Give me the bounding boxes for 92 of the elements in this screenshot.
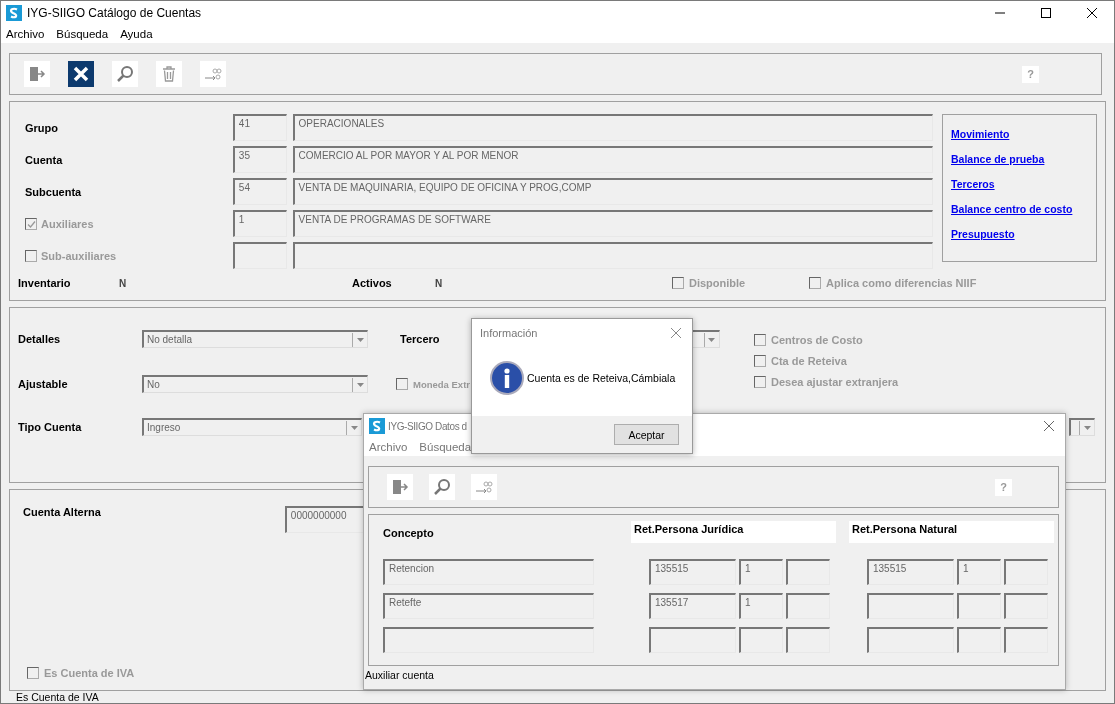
menu-item[interactable]: Búsqueda bbox=[419, 441, 472, 453]
caret-icon bbox=[350, 425, 358, 430]
help-button[interactable]: ? bbox=[1022, 65, 1039, 83]
checkbox-label: Moneda Extr bbox=[413, 378, 470, 390]
checkbox-label: Cta de Reteiva bbox=[771, 355, 847, 367]
input-field[interactable]: 1 bbox=[739, 593, 783, 619]
app-logo-icon bbox=[369, 418, 385, 434]
concept-field[interactable]: Retefte bbox=[383, 593, 594, 619]
field-value: N bbox=[435, 277, 444, 289]
checkbox-label: Desea ajustar extranjera bbox=[771, 376, 899, 388]
exit-door-icon[interactable] bbox=[387, 474, 413, 500]
field-label: Activos bbox=[352, 277, 393, 289]
status-text: Es Cuenta de IVA bbox=[15, 691, 100, 703]
field-label: Tercero bbox=[400, 333, 440, 345]
concept-field[interactable]: Retencion bbox=[383, 559, 594, 585]
dialog-title: Información bbox=[480, 327, 538, 339]
window-title: IYG-SIIGO Datos d bbox=[388, 420, 467, 432]
code-field[interactable] bbox=[232, 242, 287, 269]
description-field[interactable]: VENTA DE MAQUINARIA, EQUIPO DE OFICINA Y PROG,COMP bbox=[292, 178, 933, 205]
account-field[interactable] bbox=[867, 627, 954, 653]
input-field[interactable] bbox=[1004, 593, 1048, 619]
input-field[interactable] bbox=[786, 627, 830, 653]
field-label: Detalles bbox=[18, 333, 62, 345]
field-label: Tipo Cuenta bbox=[18, 421, 83, 433]
link[interactable]: Movimiento bbox=[951, 128, 1088, 140]
account-field[interactable]: 135515 bbox=[867, 559, 954, 585]
column-header: Ret.Persona Jurídica bbox=[631, 521, 836, 543]
caret-icon bbox=[356, 337, 364, 342]
description-field[interactable]: OPERACIONALES bbox=[292, 114, 933, 141]
input-field[interactable]: 1 bbox=[739, 559, 783, 585]
checkbox-label: Auxiliares bbox=[41, 217, 94, 230]
input-field[interactable] bbox=[786, 593, 830, 619]
close-icon[interactable] bbox=[1086, 7, 1098, 19]
column-header: Ret.Persona Natural bbox=[849, 521, 1054, 543]
account-field[interactable]: 135517 bbox=[649, 593, 736, 619]
caret-icon bbox=[708, 337, 716, 342]
checkbox-label: Aplica como diferencias NIIF bbox=[826, 277, 977, 289]
cancel-x-icon[interactable] bbox=[68, 61, 94, 87]
input-field[interactable] bbox=[957, 593, 1001, 619]
code-field[interactable]: 54 bbox=[232, 178, 287, 205]
field-value: N bbox=[119, 277, 128, 289]
link[interactable]: Balance centro de costo bbox=[951, 203, 1088, 215]
column-header: Concepto bbox=[383, 526, 435, 541]
field-label: Cuenta bbox=[25, 153, 63, 166]
field-label: Grupo bbox=[25, 121, 58, 134]
account-field[interactable] bbox=[649, 627, 736, 653]
exit-door-icon[interactable] bbox=[24, 61, 50, 87]
input-field[interactable] bbox=[786, 559, 830, 585]
info-icon bbox=[490, 361, 524, 395]
checkbox-label: Centros de Costo bbox=[771, 334, 863, 346]
checkbox-label: Es Cuenta de IVA bbox=[44, 667, 135, 679]
maximize-icon[interactable] bbox=[1040, 7, 1052, 19]
menu-item[interactable]: Archivo bbox=[6, 28, 45, 40]
link[interactable]: Balance de prueba bbox=[951, 153, 1088, 165]
input-field[interactable] bbox=[957, 627, 1001, 653]
caret-icon bbox=[356, 382, 364, 387]
app-logo-icon bbox=[6, 5, 22, 21]
status-text: Auxiliar cuenta bbox=[365, 668, 435, 681]
checkbox-label: Disponible bbox=[689, 277, 746, 289]
field-label: Cuenta Alterna bbox=[23, 506, 101, 520]
trash-icon[interactable] bbox=[156, 61, 182, 87]
code-field[interactable]: 35 bbox=[232, 146, 287, 173]
dropdown[interactable] bbox=[1069, 418, 1095, 436]
description-field[interactable]: COMERCIO AL POR MAYOR Y AL POR MENOR bbox=[292, 146, 933, 173]
menu-item[interactable]: Ayuda bbox=[120, 28, 153, 40]
code-field[interactable]: 41 bbox=[232, 114, 287, 141]
dropdown[interactable]: No bbox=[142, 375, 368, 393]
dialog-message: Cuenta es de Reteiva,Cámbiala bbox=[527, 372, 676, 384]
field-label: Subcuenta bbox=[25, 185, 82, 198]
input-field[interactable] bbox=[739, 627, 783, 653]
menu-item[interactable]: Búsqueda bbox=[56, 28, 109, 40]
field-label: Ajustable bbox=[18, 378, 69, 390]
input-field[interactable] bbox=[1004, 627, 1048, 653]
dropdown[interactable]: Ingreso bbox=[142, 418, 362, 436]
link[interactable]: Presupuesto bbox=[951, 228, 1088, 240]
accept-button[interactable]: Aceptar bbox=[614, 424, 679, 445]
description-field[interactable] bbox=[292, 242, 933, 269]
account-field[interactable] bbox=[867, 593, 954, 619]
help-button[interactable]: ? bbox=[995, 478, 1012, 496]
account-field[interactable]: 135515 bbox=[649, 559, 736, 585]
search-icon[interactable] bbox=[429, 474, 455, 500]
caret-icon bbox=[1083, 425, 1091, 430]
window-title: IYG-SIIGO Catálogo de Cuentas bbox=[27, 6, 202, 20]
menu-item[interactable]: Archivo bbox=[369, 441, 408, 453]
concept-field[interactable] bbox=[383, 627, 594, 653]
search-icon[interactable] bbox=[112, 61, 138, 87]
input-field[interactable]: 1 bbox=[957, 559, 1001, 585]
link[interactable]: Terceros bbox=[951, 178, 1088, 190]
checkbox-label: Sub-auxiliares bbox=[41, 249, 117, 262]
input-field[interactable] bbox=[1004, 559, 1048, 585]
field-label: Inventario bbox=[18, 277, 72, 289]
dropdown[interactable]: No detalla bbox=[142, 330, 368, 348]
